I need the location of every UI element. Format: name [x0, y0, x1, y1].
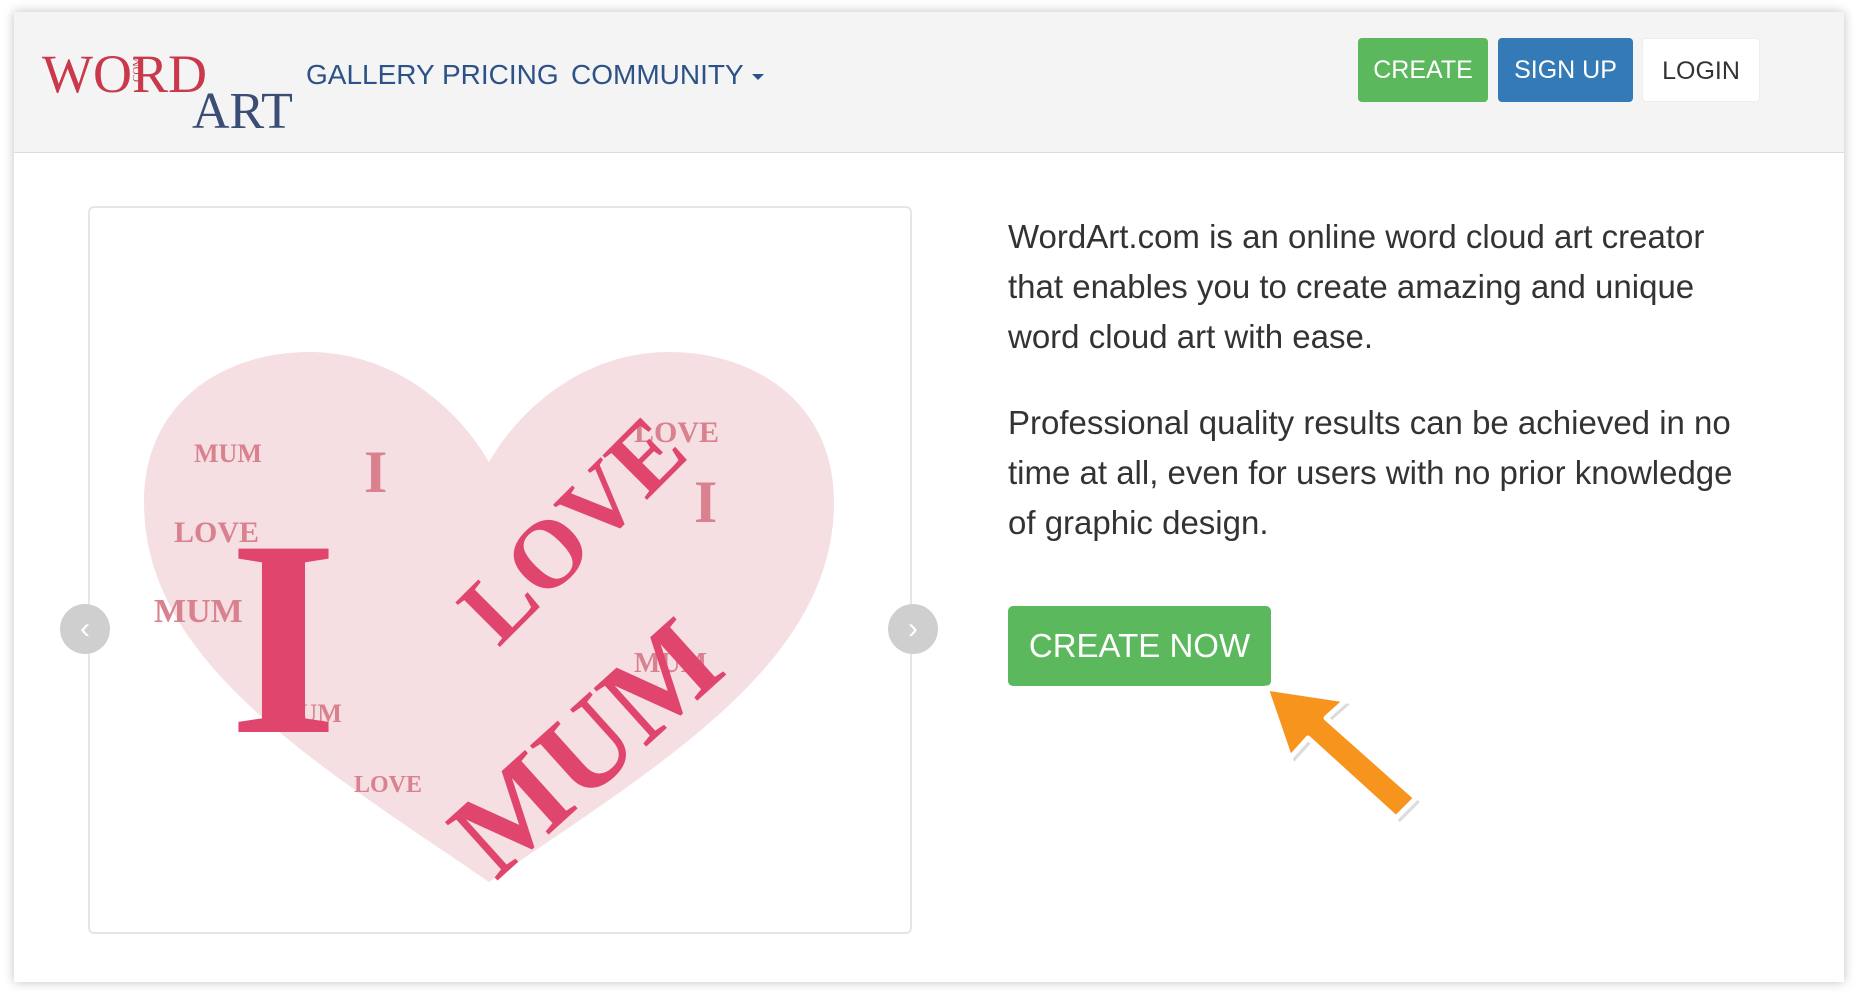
- logo-word-text: WORD: [42, 44, 207, 104]
- chevron-down-icon: [751, 73, 764, 80]
- login-button[interactable]: LOGIN: [1642, 38, 1760, 102]
- nav-gallery-link[interactable]: GALLERY: [306, 55, 435, 95]
- top-navbar: WORD COM ART GALLERY PRICING COMMUNITY C…: [14, 12, 1844, 153]
- create-button[interactable]: CREATE: [1358, 38, 1488, 102]
- quality-description: Professional quality results can be achi…: [1008, 404, 1733, 541]
- sign-up-button[interactable]: SIGN UP: [1498, 38, 1633, 102]
- wordart-logo[interactable]: WORD COM ART: [42, 30, 322, 140]
- app-window: WORD COM ART GALLERY PRICING COMMUNITY C…: [14, 12, 1844, 982]
- heart-small-word: LOVE: [354, 772, 422, 798]
- orange-pointer-arrow-icon: [1263, 685, 1420, 822]
- carousel-next-icon[interactable]: ›: [888, 604, 938, 654]
- nav-community-dropdown[interactable]: COMMUNITY: [571, 55, 764, 95]
- heart-small-word: MUM: [194, 439, 262, 468]
- intro-description: WordArt.com is an online word cloud art …: [1008, 218, 1705, 355]
- heart-big-i: I: [229, 482, 338, 793]
- nav-community-label: COMMUNITY: [571, 59, 744, 90]
- carousel-prev-icon[interactable]: ‹: [60, 604, 110, 654]
- create-now-button[interactable]: CREATE NOW: [1008, 606, 1271, 686]
- nav-pricing-link[interactable]: PRICING: [442, 55, 559, 95]
- heart-word-cloud-image: MUM LOVE MUM LOVE I MUM MUM LOVE I I LOV…: [144, 352, 834, 901]
- heart-small-word: I: [364, 439, 387, 505]
- logo-com-text: COM: [131, 57, 143, 82]
- logo-art-text: ART: [192, 83, 293, 140]
